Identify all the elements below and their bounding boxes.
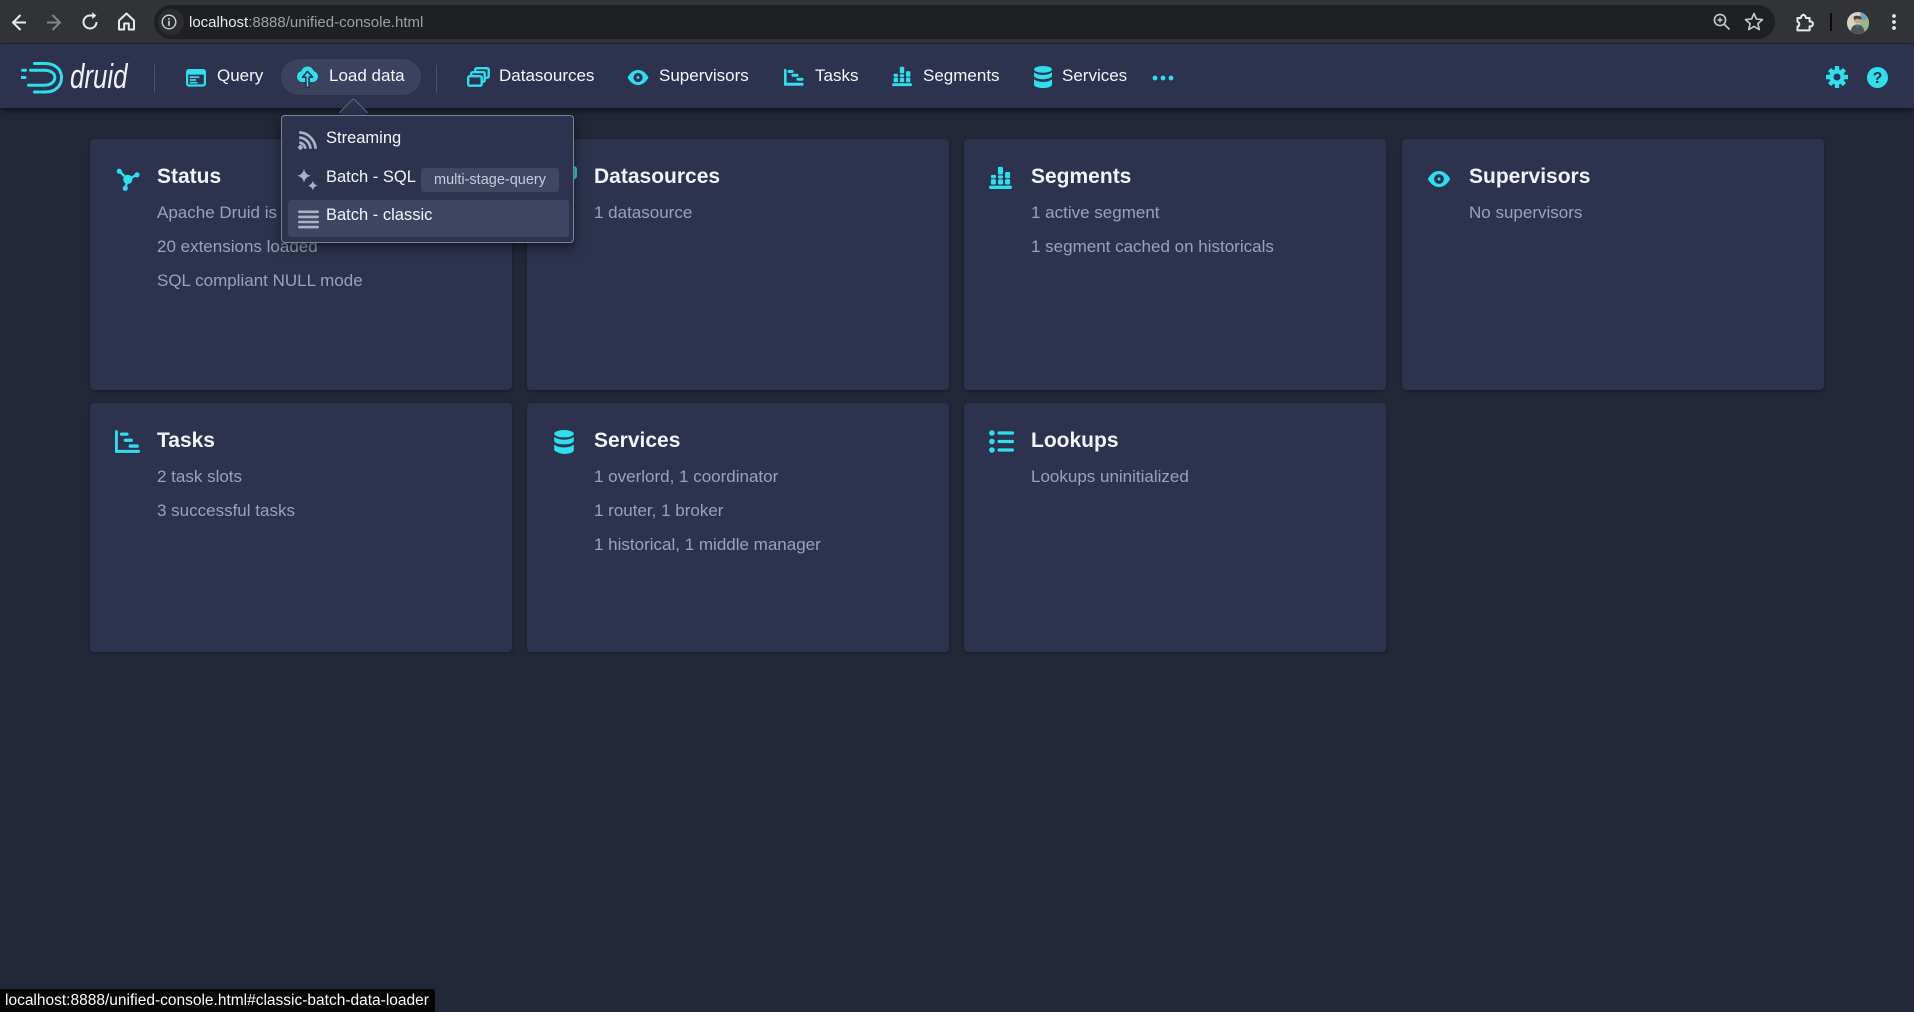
- svg-text:?: ?: [1873, 69, 1883, 86]
